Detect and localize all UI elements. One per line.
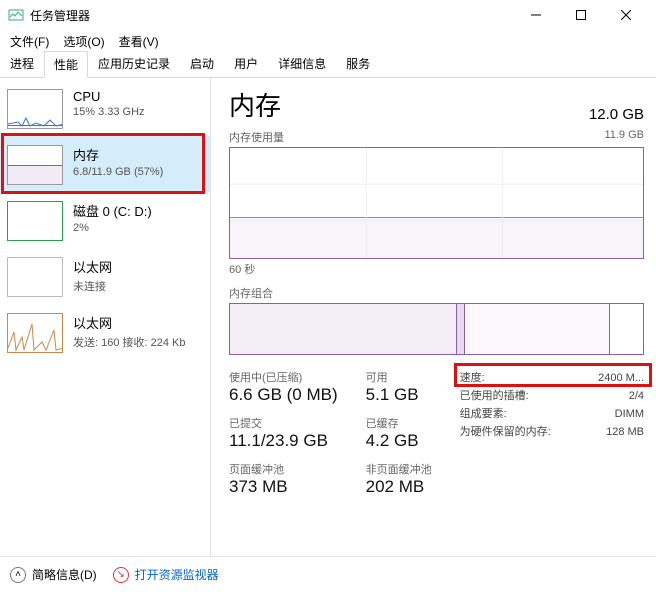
sidebar-item-label: 以太网 [73, 257, 112, 276]
tab-performance[interactable]: 性能 [44, 51, 88, 78]
sidebar-item-cpu[interactable]: CPU 15% 3.33 GHz [0, 80, 210, 136]
committed-value: 11.1/23.9 GB [229, 431, 338, 451]
paged-value: 373 MB [229, 477, 338, 497]
in-use-label: 使用中(已压缩) [229, 369, 338, 385]
available-value: 5.1 GB [366, 385, 432, 405]
minimize-button[interactable] [513, 1, 558, 29]
sidebar-item-label: 以太网 [73, 313, 186, 332]
usage-chart-label: 内存使用量 [229, 129, 284, 145]
summary-label: 简略信息(D) [32, 566, 97, 583]
sidebar-item-sub: 15% 3.33 GHz [73, 106, 145, 118]
maximize-button[interactable] [558, 1, 603, 29]
sidebar-item-ethernet-2[interactable]: 以太网发送: 160 接收: 224 Kb [0, 304, 210, 360]
memory-composition-chart[interactable] [229, 303, 644, 355]
ethernet-thumbnail [7, 257, 63, 297]
cached-label: 已缓存 [366, 415, 432, 431]
memory-usage-chart[interactable] [229, 147, 644, 259]
summary-view-button[interactable]: ˄ 简略信息(D) [10, 566, 97, 583]
slots-label: 已使用的插槽: [460, 387, 529, 405]
memory-total: 12.0 GB [589, 106, 644, 123]
cached-value: 4.2 GB [366, 431, 432, 451]
reserved-value: 128 MB [606, 423, 644, 441]
sidebar-item-label: 磁盘 0 (C: D:) [73, 201, 152, 220]
tab-users[interactable]: 用户 [224, 50, 268, 77]
memory-thumbnail [7, 145, 63, 185]
sidebar-item-sub: 未连接 [73, 278, 112, 294]
slots-value: 2/4 [629, 387, 644, 405]
window-title: 任务管理器 [30, 7, 513, 24]
speed-label: 速度: [460, 369, 485, 387]
speed-value: 2400 M... [598, 369, 644, 387]
menu-file[interactable]: 文件(F) [4, 31, 55, 52]
sidebar-item-sub: 2% [73, 222, 152, 234]
close-button[interactable] [603, 1, 648, 29]
cpu-thumbnail [7, 89, 63, 129]
tabbar: 进程 性能 应用历史记录 启动 用户 详细信息 服务 [0, 52, 656, 78]
sidebar-item-sub: 发送: 160 接收: 224 Kb [73, 334, 186, 350]
x-axis-label: 60 秒 [229, 261, 644, 277]
tab-app-history[interactable]: 应用历史记录 [88, 50, 180, 77]
open-resmon-button[interactable]: ↘ 打开资源监视器 [113, 566, 219, 583]
disk-thumbnail [7, 201, 63, 241]
menubar: 文件(F) 选项(O) 查看(V) [0, 30, 656, 52]
page-title: 内存 [229, 86, 281, 123]
sidebar: CPU 15% 3.33 GHz 内存 6.8/11.9 GB (57%) 磁盘 0… [0, 78, 211, 556]
menu-view[interactable]: 查看(V) [113, 31, 165, 52]
committed-label: 已提交 [229, 415, 338, 431]
chevron-up-icon: ˄ [10, 567, 26, 583]
form-value: DIMM [615, 405, 644, 423]
sidebar-item-sub: 6.8/11.9 GB (57%) [73, 166, 163, 178]
menu-options[interactable]: 选项(O) [57, 31, 110, 52]
tab-services[interactable]: 服务 [336, 50, 380, 77]
tab-processes[interactable]: 进程 [0, 50, 44, 77]
footer: ˄ 简略信息(D) ↘ 打开资源监视器 [0, 556, 656, 592]
sidebar-item-disk[interactable]: 磁盘 0 (C: D:) 2% [0, 192, 210, 248]
nonpaged-label: 非页面缓冲池 [366, 461, 432, 477]
usage-chart-max: 11.9 GB [604, 129, 644, 145]
ethernet-thumbnail [7, 313, 63, 353]
main-panel: 内存 12.0 GB 内存使用量 11.9 GB 60 秒 内存组合 使用中(已压… [211, 78, 656, 556]
sidebar-item-memory[interactable]: 内存 6.8/11.9 GB (57%) [0, 136, 210, 192]
resmon-label: 打开资源监视器 [135, 566, 219, 583]
in-use-value: 6.6 GB (0 MB) [229, 385, 338, 405]
sidebar-item-label: 内存 [73, 145, 163, 164]
reserved-label: 为硬件保留的内存: [460, 423, 551, 441]
sidebar-item-label: CPU [73, 89, 145, 104]
sidebar-item-ethernet-1[interactable]: 以太网未连接 [0, 248, 210, 304]
resmon-icon: ↘ [113, 567, 129, 583]
app-icon [8, 7, 24, 23]
form-label: 组成要素: [460, 405, 507, 423]
tab-startup[interactable]: 启动 [180, 50, 224, 77]
composition-label: 内存组合 [229, 285, 273, 301]
titlebar: 任务管理器 [0, 0, 656, 30]
nonpaged-value: 202 MB [366, 477, 432, 497]
tab-details[interactable]: 详细信息 [268, 50, 336, 77]
paged-label: 页面缓冲池 [229, 461, 338, 477]
available-label: 可用 [366, 369, 432, 385]
